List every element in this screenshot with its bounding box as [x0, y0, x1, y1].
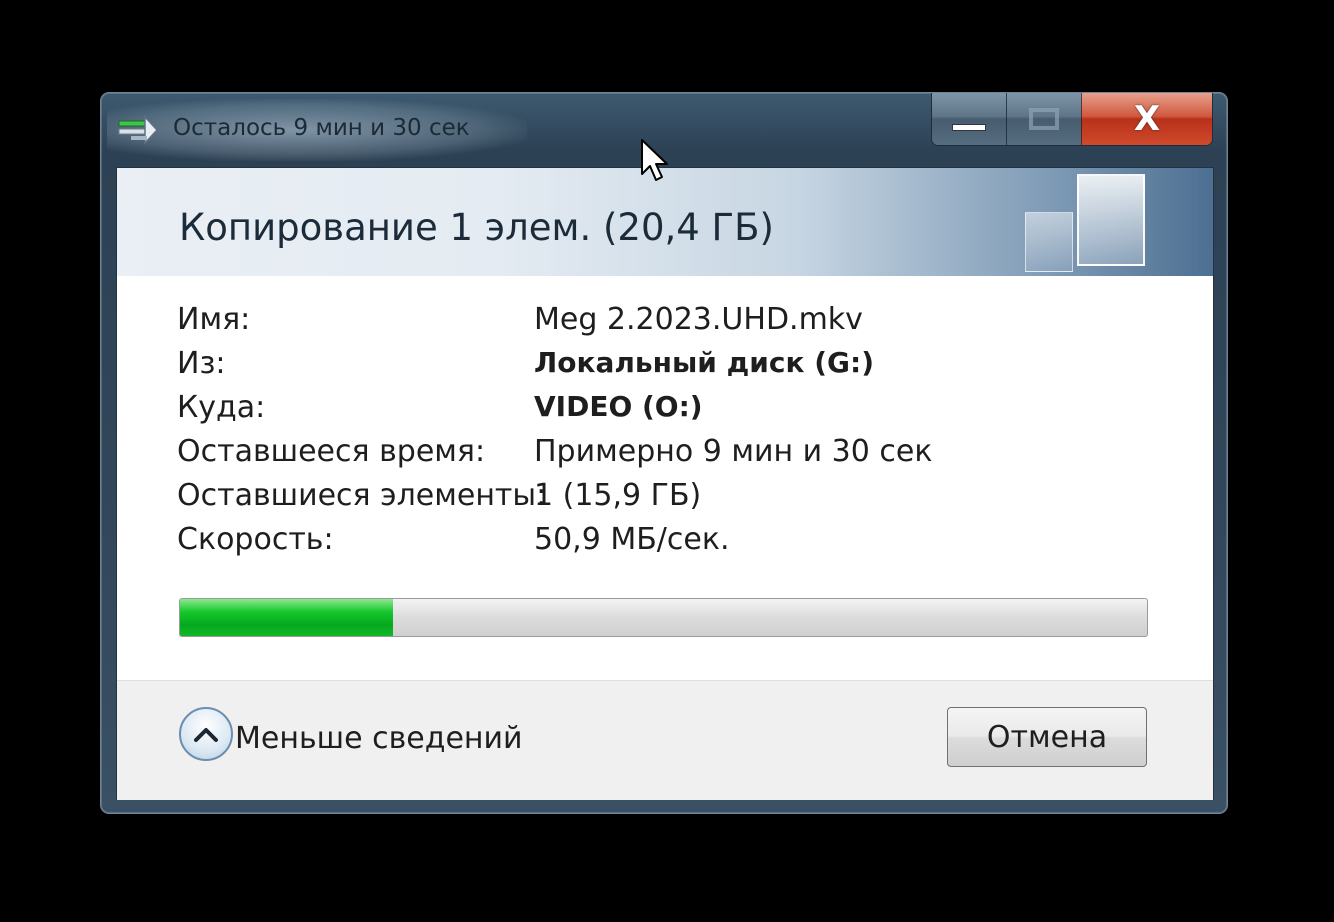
- detail-label: Имя:: [177, 302, 251, 337]
- less-details-label[interactable]: Меньше сведений: [235, 721, 523, 756]
- maximize-button[interactable]: [1006, 93, 1081, 145]
- detail-label: Скорость:: [177, 522, 334, 557]
- copy-progress-bar: [179, 598, 1148, 637]
- less-details-toggle[interactable]: [179, 707, 233, 761]
- cancel-button[interactable]: Отмена: [947, 707, 1147, 767]
- dialog-footer: Меньше сведений Отмена: [117, 680, 1213, 800]
- source-link[interactable]: Локальный диск (G:): [534, 346, 874, 379]
- progress-fill: [180, 599, 393, 636]
- close-icon: X: [1133, 99, 1161, 139]
- decorative-pane-icon: [1077, 174, 1145, 266]
- detail-value: Meg 2.2023.UHD.mkv: [534, 302, 863, 337]
- decorative-pane-icon: [1025, 212, 1073, 272]
- dialog-client-area: Копирование 1 элем. (20,4 ГБ) Имя: Meg 2…: [116, 167, 1214, 800]
- detail-label: Оставшиеся элементы:: [177, 478, 547, 513]
- detail-value: Примерно 9 мин и 30 сек: [534, 434, 933, 469]
- mouse-pointer-icon: [641, 139, 668, 181]
- detail-label: Оставшееся время:: [177, 434, 486, 469]
- close-button[interactable]: X: [1081, 93, 1212, 145]
- header-band: Копирование 1 элем. (20,4 ГБ): [117, 168, 1213, 276]
- operation-title: Копирование 1 элем. (20,4 ГБ): [179, 206, 774, 249]
- minimize-button[interactable]: [932, 93, 1006, 145]
- chevron-up-icon: [194, 728, 218, 742]
- copy-dialog-window: Осталось 9 мин и 30 сек X Копирование 1 …: [100, 92, 1228, 814]
- minimize-icon: [952, 123, 986, 131]
- detail-label: Куда:: [177, 390, 266, 425]
- destination-link[interactable]: VIDEO (O:): [534, 390, 703, 423]
- detail-value: 50,9 МБ/сек.: [534, 522, 730, 557]
- window-title: Осталось 9 мин и 30 сек: [173, 115, 470, 141]
- maximize-icon: [1029, 108, 1059, 130]
- caption-buttons: X: [931, 93, 1213, 146]
- detail-value: 1 (15,9 ГБ): [534, 478, 702, 513]
- detail-label: Из:: [177, 346, 226, 381]
- copy-icon: [118, 115, 159, 145]
